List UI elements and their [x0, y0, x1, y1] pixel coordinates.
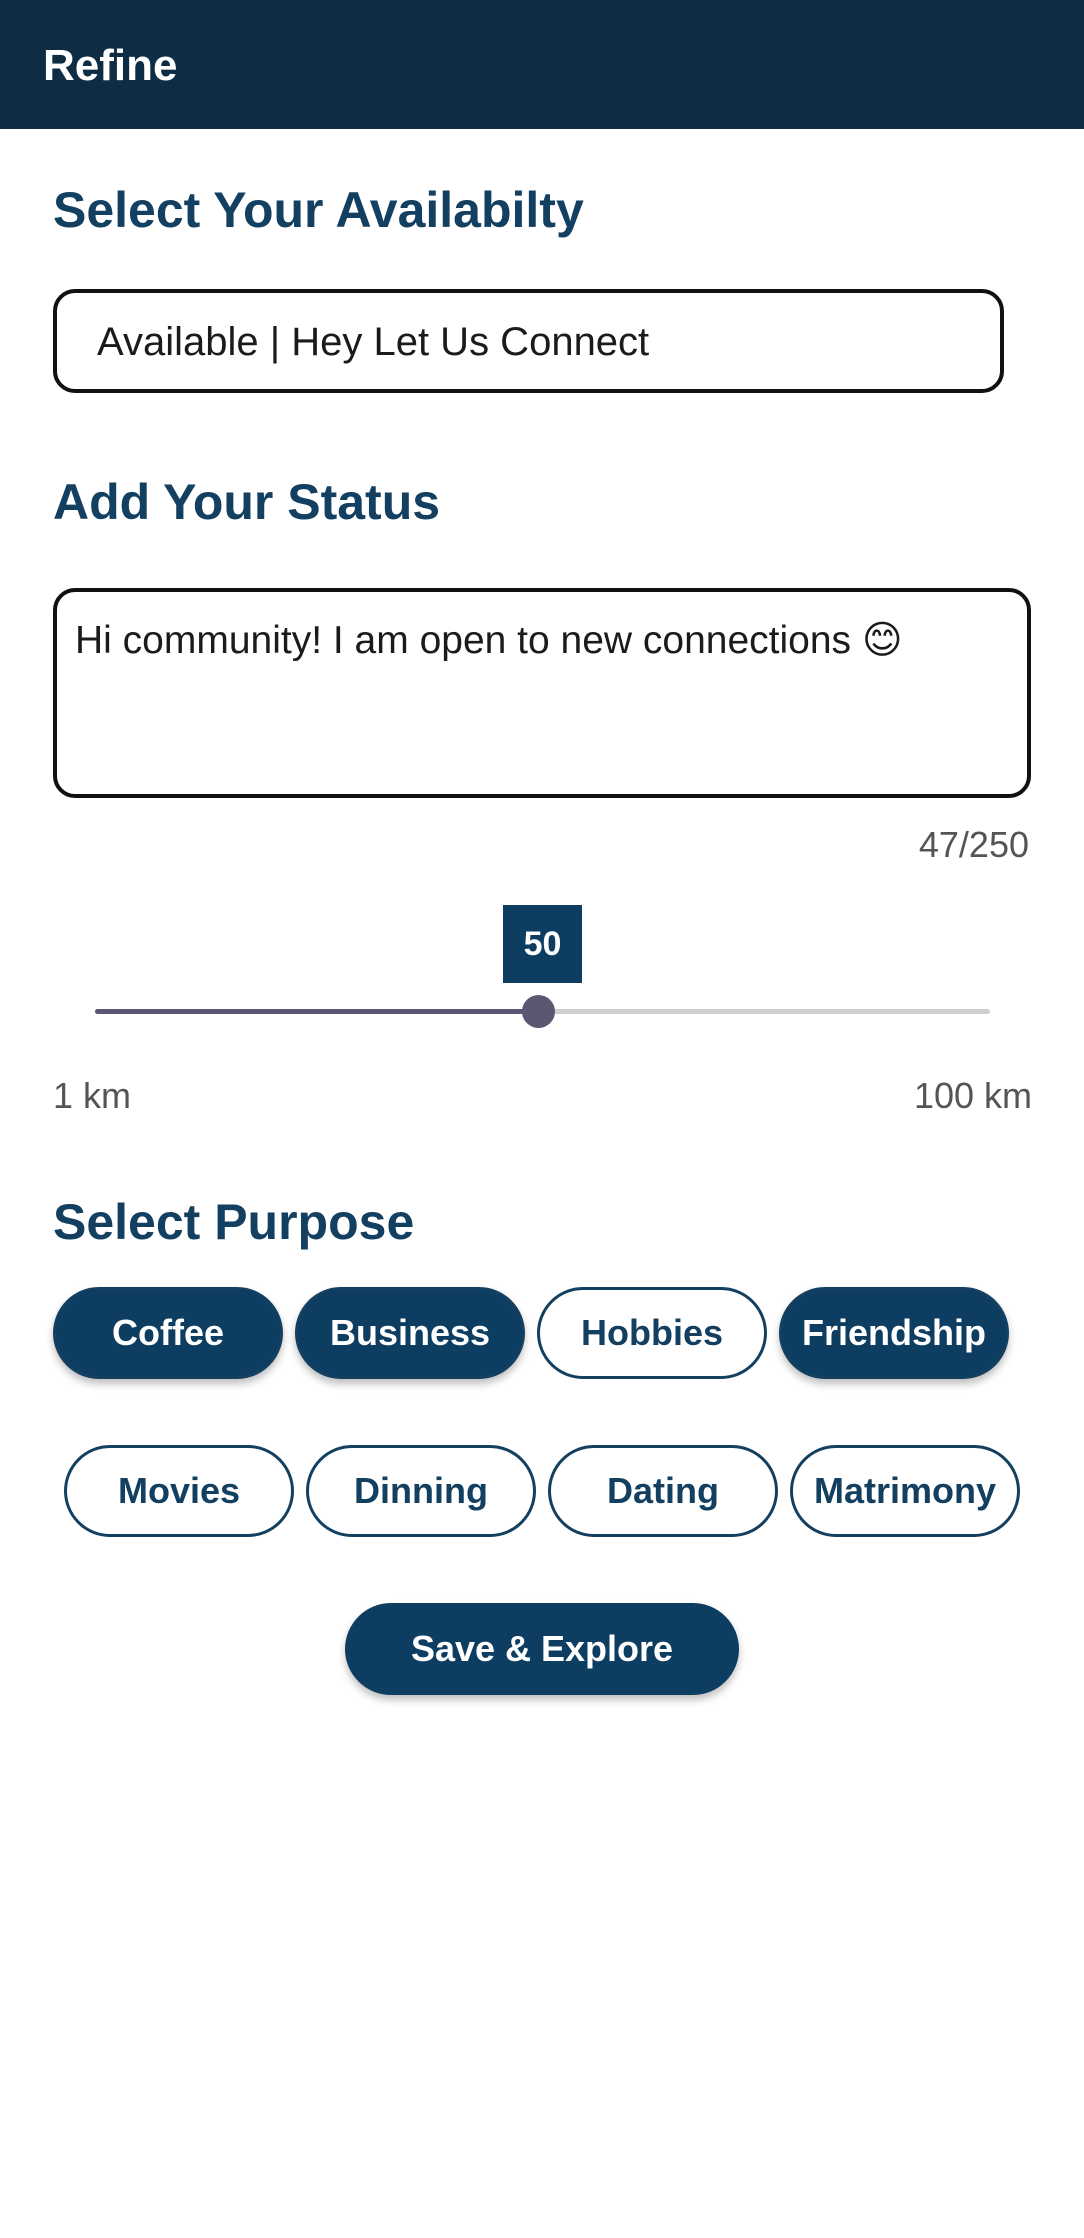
- availability-select[interactable]: Available | Hey Let Us Connect: [53, 289, 1004, 393]
- distance-slider-fill: [95, 1009, 538, 1014]
- purpose-chip-dinning[interactable]: Dinning: [306, 1445, 536, 1537]
- distance-slider-thumb[interactable]: [521, 995, 555, 1028]
- distance-min-label: 1 km: [53, 1075, 132, 1116]
- app-bar: Refine: [0, 0, 1084, 129]
- status-textarea[interactable]: Hi community! I am open to new connectio…: [53, 588, 1031, 798]
- save-explore-button[interactable]: Save & Explore: [345, 1603, 739, 1695]
- purpose-chip-business[interactable]: Business: [295, 1287, 525, 1379]
- purpose-heading: Select Purpose: [53, 1194, 415, 1250]
- purpose-chip-movies[interactable]: Movies: [64, 1445, 294, 1537]
- purpose-chip-hobbies[interactable]: Hobbies: [537, 1287, 767, 1379]
- status-heading: Add Your Status: [53, 474, 441, 530]
- purpose-chip-matrimony[interactable]: Matrimony: [790, 1445, 1020, 1537]
- status-text: Hi community! I am open to new connectio…: [75, 619, 903, 662]
- availability-heading: Select Your Availabilty: [53, 182, 584, 238]
- distance-slider[interactable]: [95, 995, 990, 1028]
- distance-max-label: 100 km: [913, 1075, 1032, 1116]
- availability-select-value: Available | Hey Let Us Connect: [97, 320, 650, 364]
- status-char-count: 47/250: [918, 824, 1029, 865]
- purpose-chip-dating[interactable]: Dating: [548, 1445, 778, 1537]
- page-title: Refine: [43, 41, 178, 90]
- purpose-chip-coffee[interactable]: Coffee: [53, 1287, 283, 1379]
- purpose-chip-friendship[interactable]: Friendship: [779, 1287, 1009, 1379]
- distance-value-bubble: 50: [503, 905, 582, 983]
